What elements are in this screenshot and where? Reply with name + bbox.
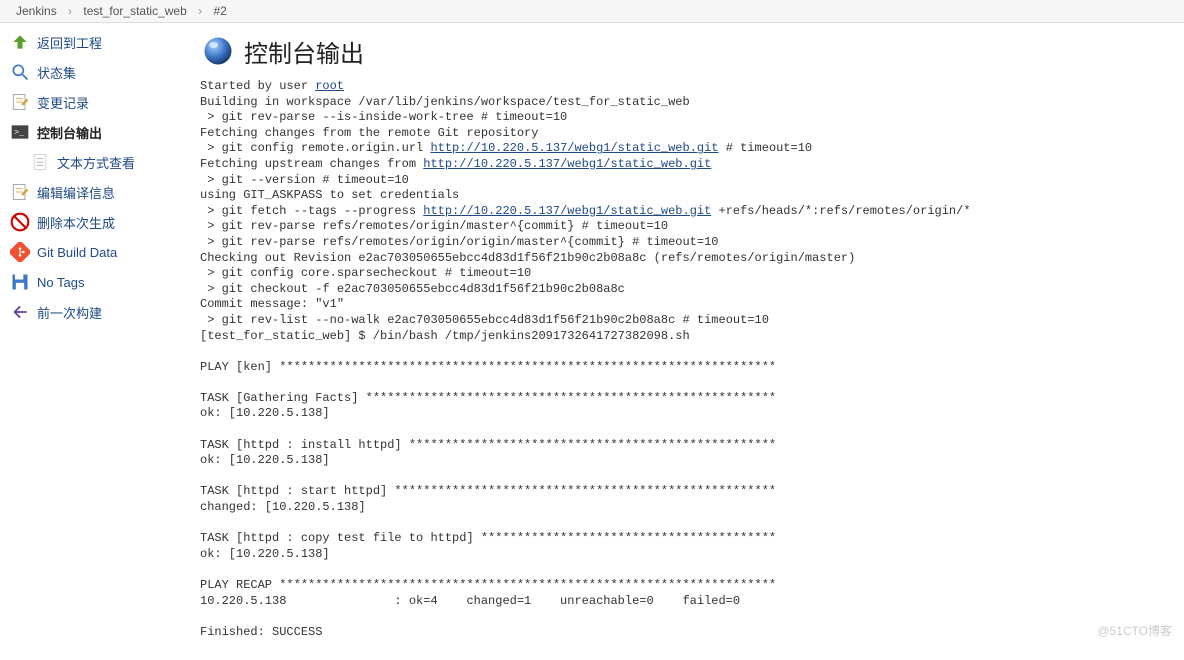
console-output: Started by user root Building in workspa… [200,79,1184,640]
sidebar-item-label: 前一次构建 [37,303,102,322]
crumb-jenkins[interactable]: Jenkins [12,4,61,18]
breadcrumb-sep: › [64,4,76,18]
page-title: 控制台输出 [244,34,364,69]
sidebar-item-save[interactable]: No Tags [0,267,200,297]
sidebar-item-label: No Tags [37,275,84,290]
git-icon [8,240,32,264]
sidebar-item-label: 变更记录 [37,93,89,112]
sidebar-item-notepad[interactable]: 编辑编译信息 [0,177,200,207]
svg-text:>_: >_ [14,128,25,138]
watermark: @51CTO博客 [1097,622,1172,639]
crumb-job[interactable]: test_for_static_web [79,4,190,18]
terminal-icon: >_ [8,120,32,144]
sidebar-item-label: 状态集 [37,63,76,82]
notepad-icon [8,90,32,114]
sidebar-item-label: 删除本次生成 [37,213,115,232]
sidebar-item-arrow-left[interactable]: 前一次构建 [0,297,200,327]
main-panel: 控制台输出 Started by user root Building in w… [200,23,1184,660]
save-icon [8,270,32,294]
sidebar-item-terminal[interactable]: >_ 控制台输出 [0,117,200,147]
sidebar-item-label: 返回到工程 [37,33,102,52]
document-icon [28,150,52,174]
crumb-build[interactable]: #2 [209,4,230,18]
console-link[interactable]: http://10.220.5.137/webg1/static_web.git [423,204,711,218]
breadcrumb-sep: › [194,4,206,18]
no-entry-icon [8,210,32,234]
sidebar-item-label: Git Build Data [37,245,117,260]
blue-ball-icon [200,33,236,69]
sidebar-item-label: 控制台输出 [37,123,102,142]
sidebar-item-notepad[interactable]: 变更记录 [0,87,200,117]
console-link[interactable]: http://10.220.5.137/webg1/static_web.git [430,141,718,155]
notepad-icon [8,180,32,204]
sidebar-item-search[interactable]: 状态集 [0,57,200,87]
sidebar-item-up-arrow[interactable]: 返回到工程 [0,27,200,57]
arrow-left-icon [8,300,32,324]
sidebar-item-label: 编辑编译信息 [37,183,115,202]
sidebar-item-git[interactable]: Git Build Data [0,237,200,267]
up-arrow-icon [8,30,32,54]
search-icon [8,60,32,84]
sidebar-item-document[interactable]: 文本方式查看 [0,147,200,177]
console-link[interactable]: root [315,79,344,93]
sidebar-item-no-entry[interactable]: 删除本次生成 [0,207,200,237]
page-header: 控制台输出 [200,33,1184,69]
console-link[interactable]: http://10.220.5.137/webg1/static_web.git [423,157,711,171]
sidebar-item-label: 文本方式查看 [57,153,135,172]
breadcrumb: Jenkins › test_for_static_web › #2 [0,0,1184,23]
sidepanel: 返回到工程状态集变更记录 >_ 控制台输出文本方式查看编辑编译信息删除本次生成 Git… [0,23,200,660]
